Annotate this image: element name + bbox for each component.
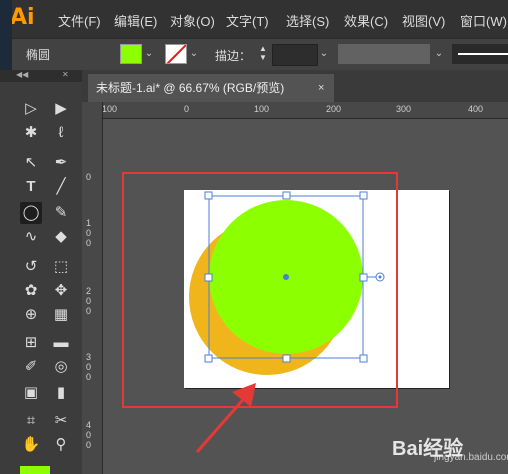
resize-handle[interactable] [282,191,291,200]
watermark-url: jingyan.baidu.com [434,452,508,463]
resize-handle[interactable] [359,354,368,363]
resize-handle[interactable] [282,354,291,363]
resize-handle[interactable] [204,354,213,363]
resize-handle[interactable] [359,273,368,282]
resize-handle[interactable] [359,191,368,200]
center-point [283,274,289,280]
canvas-overlay [122,172,398,453]
resize-handle[interactable] [204,273,213,282]
annotation-arrow [195,383,256,453]
resize-handle[interactable] [204,191,213,200]
